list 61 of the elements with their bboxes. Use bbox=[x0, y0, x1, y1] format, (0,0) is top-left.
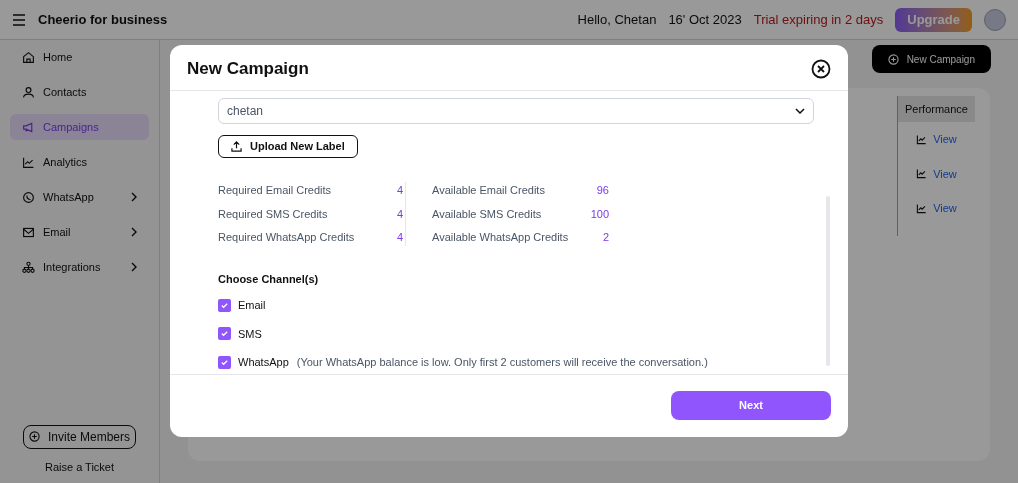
raise-ticket-link[interactable]: Raise a Ticket bbox=[10, 458, 149, 475]
credit-value: 4 bbox=[396, 183, 403, 198]
credit-value: 4 bbox=[396, 206, 403, 222]
check-icon bbox=[220, 357, 229, 367]
new-campaign-button[interactable]: New Campaign bbox=[871, 45, 991, 73]
credit-value: 4 bbox=[396, 230, 403, 245]
balance-warning: (Your WhatsApp balance is low. Only first 2 customers will receive the conversation.) bbox=[296, 355, 708, 370]
sidebar-item[interactable]: Analytics bbox=[10, 149, 149, 175]
column-header: Performance bbox=[898, 96, 975, 122]
plus-circle-icon bbox=[887, 53, 899, 65]
checkbox[interactable] bbox=[218, 355, 231, 369]
checkbox[interactable] bbox=[218, 327, 231, 341]
trial-notice: Trial expiring in 2 days bbox=[753, 10, 884, 29]
menu-icon[interactable] bbox=[12, 13, 26, 26]
chart-icon bbox=[22, 155, 35, 169]
segment-dropdown[interactable]: chetan bbox=[218, 98, 814, 124]
chevron-down-icon bbox=[795, 108, 805, 114]
chart-icon bbox=[916, 202, 928, 214]
envelope-icon bbox=[22, 225, 35, 239]
checkbox-label: WhatsApp bbox=[238, 355, 289, 370]
upload-icon bbox=[231, 141, 242, 152]
section-heading: Choose Channel(s) bbox=[218, 271, 320, 287]
credit-value: 2 bbox=[602, 230, 609, 245]
check-icon bbox=[220, 300, 229, 310]
selected-value: chetan bbox=[227, 103, 265, 120]
person-icon bbox=[22, 85, 35, 99]
sidebar-item[interactable]: Contacts bbox=[10, 79, 149, 105]
greeting: Hello, Chetan bbox=[577, 10, 657, 29]
check-icon bbox=[220, 329, 229, 339]
network-icon bbox=[22, 260, 35, 274]
credit-label: Required Email Credits bbox=[218, 183, 333, 198]
upload-label-button[interactable]: Upload New Label bbox=[218, 135, 358, 158]
credit-label: Available Email Credits bbox=[432, 183, 546, 198]
credit-label: Available SMS Credits bbox=[432, 206, 543, 222]
invite-members-button[interactable]: Invite Members bbox=[23, 424, 136, 449]
sidebar-item[interactable]: Integrations bbox=[10, 254, 149, 280]
sidebar-item[interactable]: WhatsApp bbox=[10, 184, 149, 210]
close-icon[interactable] bbox=[811, 58, 831, 79]
checkbox[interactable] bbox=[218, 298, 231, 312]
credit-label: Available WhatsApp Credits bbox=[432, 230, 570, 245]
brand-name: Cheerio for business bbox=[38, 10, 168, 29]
chart-icon bbox=[916, 133, 928, 145]
credit-value: 100 bbox=[590, 206, 609, 222]
sidebar-item[interactable]: Home bbox=[10, 44, 149, 70]
plus-circle-icon bbox=[29, 431, 40, 442]
megaphone-icon bbox=[22, 120, 35, 134]
home-icon bbox=[22, 50, 35, 64]
view-link[interactable]: View bbox=[916, 165, 957, 182]
dialog-title: New Campaign bbox=[187, 57, 309, 80]
next-button[interactable]: Next bbox=[671, 391, 831, 420]
checkbox-label: Email bbox=[238, 298, 266, 313]
credit-label: Required SMS Credits bbox=[218, 206, 329, 222]
credit-label: Required WhatsApp Credits bbox=[218, 230, 356, 245]
credit-value: 96 bbox=[596, 183, 609, 198]
view-link[interactable]: View bbox=[916, 131, 957, 148]
view-link[interactable]: View bbox=[916, 200, 957, 217]
phone-icon bbox=[22, 190, 35, 204]
date: 16' Oct 2023 bbox=[668, 10, 742, 29]
chart-icon bbox=[916, 168, 928, 180]
checkbox-label: SMS bbox=[238, 326, 262, 342]
sidebar-item[interactable]: Email bbox=[10, 219, 149, 245]
